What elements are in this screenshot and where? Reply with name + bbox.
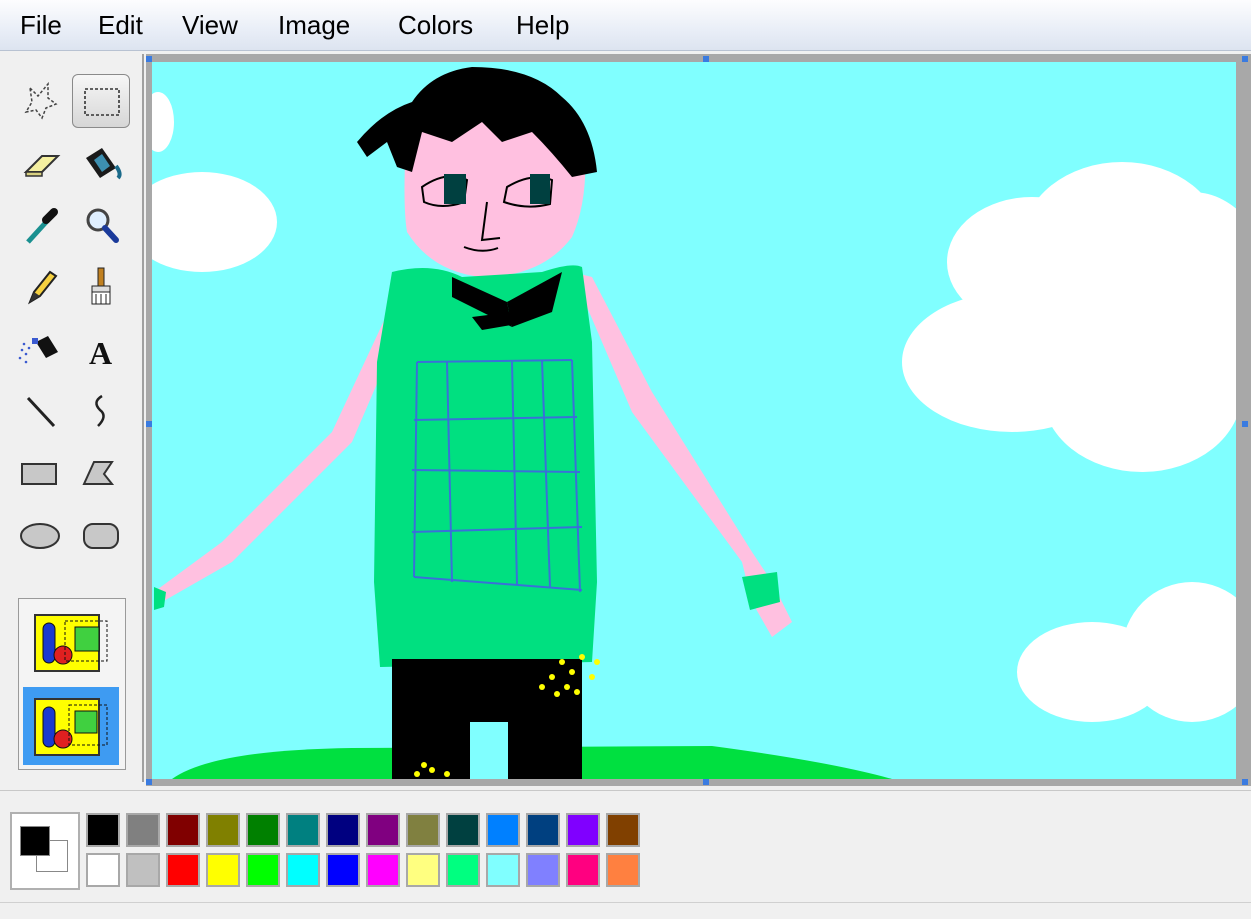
menu-file[interactable]: File: [16, 8, 66, 42]
palette-color-swatch[interactable]: [206, 813, 240, 847]
curve-icon: [95, 394, 105, 427]
resize-handle[interactable]: [703, 56, 709, 62]
free-form-select-icon: [24, 81, 58, 120]
option-transparent[interactable]: [23, 687, 119, 765]
svg-text:A: A: [89, 335, 112, 371]
tool-magnifier[interactable]: [72, 198, 130, 252]
rectangle-icon: [21, 463, 57, 485]
palette-color-swatch[interactable]: [486, 813, 520, 847]
palette-color-swatch[interactable]: [366, 853, 400, 887]
palette-color-swatch[interactable]: [126, 853, 160, 887]
tool-color-picker[interactable]: [12, 198, 70, 252]
tool-select[interactable]: [72, 74, 130, 128]
palette-color-swatch[interactable]: [446, 853, 480, 887]
resize-handle[interactable]: [703, 779, 709, 785]
eraser-icon: [23, 155, 61, 177]
tool-fill[interactable]: [72, 136, 130, 190]
select-icon: [84, 88, 120, 116]
palette-color-swatch[interactable]: [406, 813, 440, 847]
palette-color-swatch[interactable]: [366, 813, 400, 847]
tool-pencil[interactable]: [12, 260, 70, 314]
status-bar: [0, 902, 1251, 919]
brush-icon: [91, 267, 111, 305]
palette-color-swatch[interactable]: [326, 813, 360, 847]
canvas-drawing: [152, 62, 1236, 779]
color-picker-icon: [26, 208, 58, 244]
resize-handle[interactable]: [1242, 421, 1248, 427]
menu-help[interactable]: Help: [512, 8, 573, 42]
line-icon: [26, 396, 56, 428]
palette-color-swatch[interactable]: [286, 853, 320, 887]
option-opaque[interactable]: [23, 603, 119, 681]
magnifier-icon: [86, 208, 119, 243]
menu-colors[interactable]: Colors: [394, 8, 477, 42]
palette-color-swatch[interactable]: [326, 853, 360, 887]
canvas-area: [146, 54, 1251, 786]
menu-edit[interactable]: Edit: [94, 8, 147, 42]
resize-handle[interactable]: [1242, 56, 1248, 62]
tool-brush[interactable]: [72, 260, 130, 314]
menu-view[interactable]: View: [178, 8, 242, 42]
palette-color-swatch[interactable]: [86, 853, 120, 887]
tool-airbrush[interactable]: [12, 322, 70, 376]
resize-handle[interactable]: [1242, 779, 1248, 785]
pencil-icon: [27, 270, 58, 305]
tool-ellipse[interactable]: [12, 508, 70, 562]
tool-polygon[interactable]: [72, 446, 130, 500]
transparent-selection-icon: [34, 698, 108, 756]
palette-color-swatch[interactable]: [446, 813, 480, 847]
palette-color-swatch[interactable]: [406, 853, 440, 887]
palette-color-swatch[interactable]: [566, 813, 600, 847]
tool-curve[interactable]: [72, 384, 130, 438]
resize-handle[interactable]: [146, 421, 152, 427]
foreground-color-swatch[interactable]: [20, 826, 50, 856]
palette-color-swatch[interactable]: [286, 813, 320, 847]
opaque-selection-icon: [34, 614, 108, 672]
menu-image[interactable]: Image: [274, 8, 354, 42]
palette-color-swatch[interactable]: [166, 853, 200, 887]
palette-color-swatch[interactable]: [246, 813, 280, 847]
tool-line[interactable]: [12, 384, 70, 438]
drawing-canvas[interactable]: [152, 62, 1236, 779]
tool-text[interactable]: A: [72, 322, 130, 376]
toolbox: A: [2, 54, 144, 782]
current-colors: [10, 812, 80, 890]
palette-color-swatch[interactable]: [166, 813, 200, 847]
palette-color-swatch[interactable]: [606, 813, 640, 847]
tool-eraser[interactable]: [12, 136, 70, 190]
palette-color-swatch[interactable]: [526, 853, 560, 887]
tool-rounded-rectangle[interactable]: [72, 508, 130, 562]
tool-rectangle[interactable]: [12, 446, 70, 500]
airbrush-icon: [18, 336, 58, 364]
palette-color-swatch[interactable]: [246, 853, 280, 887]
resize-handle[interactable]: [146, 779, 152, 785]
palette-color-swatch[interactable]: [606, 853, 640, 887]
rounded-rectangle-icon: [83, 523, 119, 549]
tool-options: [18, 598, 126, 770]
fill-bucket-icon: [86, 148, 122, 180]
menu-bar: File Edit View Image Colors Help: [0, 0, 1251, 51]
palette-color-swatch[interactable]: [526, 813, 560, 847]
polygon-icon: [82, 461, 115, 485]
palette-color-swatch[interactable]: [206, 853, 240, 887]
palette-color-swatch[interactable]: [126, 813, 160, 847]
text-icon: A: [89, 335, 112, 371]
tool-free-form-select[interactable]: [12, 74, 70, 128]
resize-handle[interactable]: [146, 56, 152, 62]
ellipse-icon: [20, 523, 60, 549]
palette-color-swatch[interactable]: [566, 853, 600, 887]
palette-color-swatch[interactable]: [86, 813, 120, 847]
palette-color-swatch[interactable]: [486, 853, 520, 887]
